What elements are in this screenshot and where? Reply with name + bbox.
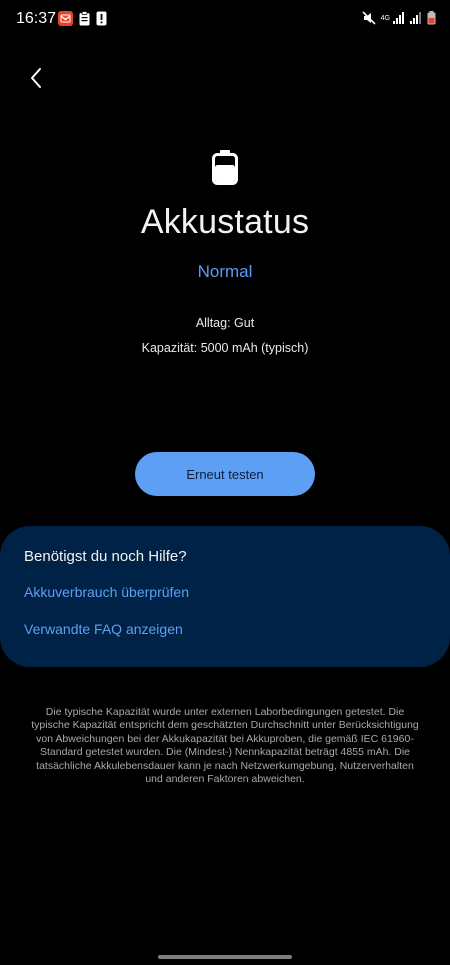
battery-icon (427, 11, 436, 25)
page-title: Akkustatus (140, 203, 310, 241)
alert-icon (96, 11, 107, 26)
notification-icons (58, 11, 107, 26)
check-battery-usage-link[interactable]: Akkuverbrauch überprüfen (24, 584, 189, 600)
battery-status-text: Normal (197, 262, 253, 281)
everyday-rating: Alltag: Gut (195, 316, 255, 330)
network-type-label: 4G (380, 14, 390, 22)
status-time: 16:37 (16, 10, 57, 27)
capacity-text: Kapazität: 5000 mAh (typisch) (141, 341, 309, 355)
mail-app-icon (58, 11, 73, 26)
system-icons: 4G (362, 11, 436, 25)
related-faq-link[interactable]: Verwandte FAQ anzeigen (24, 621, 183, 637)
help-card: Benötigst du noch Hilfe? Akkuverbrauch ü… (0, 526, 450, 667)
retest-button[interactable]: Erneut testen (135, 452, 315, 496)
battery-icon (212, 150, 238, 190)
mute-icon (362, 11, 376, 25)
chevron-left-icon (31, 68, 41, 88)
status-bar: 16:37 4G (0, 0, 450, 38)
disclaimer-text: Die typische Kapazität wurde unter exter… (31, 706, 419, 786)
help-card-title: Benötigst du noch Hilfe? (24, 548, 187, 565)
clipboard-icon (79, 11, 90, 26)
home-indicator[interactable] (158, 955, 292, 959)
signal-icon (393, 12, 405, 24)
back-button[interactable] (20, 62, 52, 94)
signal-icon (410, 12, 422, 24)
